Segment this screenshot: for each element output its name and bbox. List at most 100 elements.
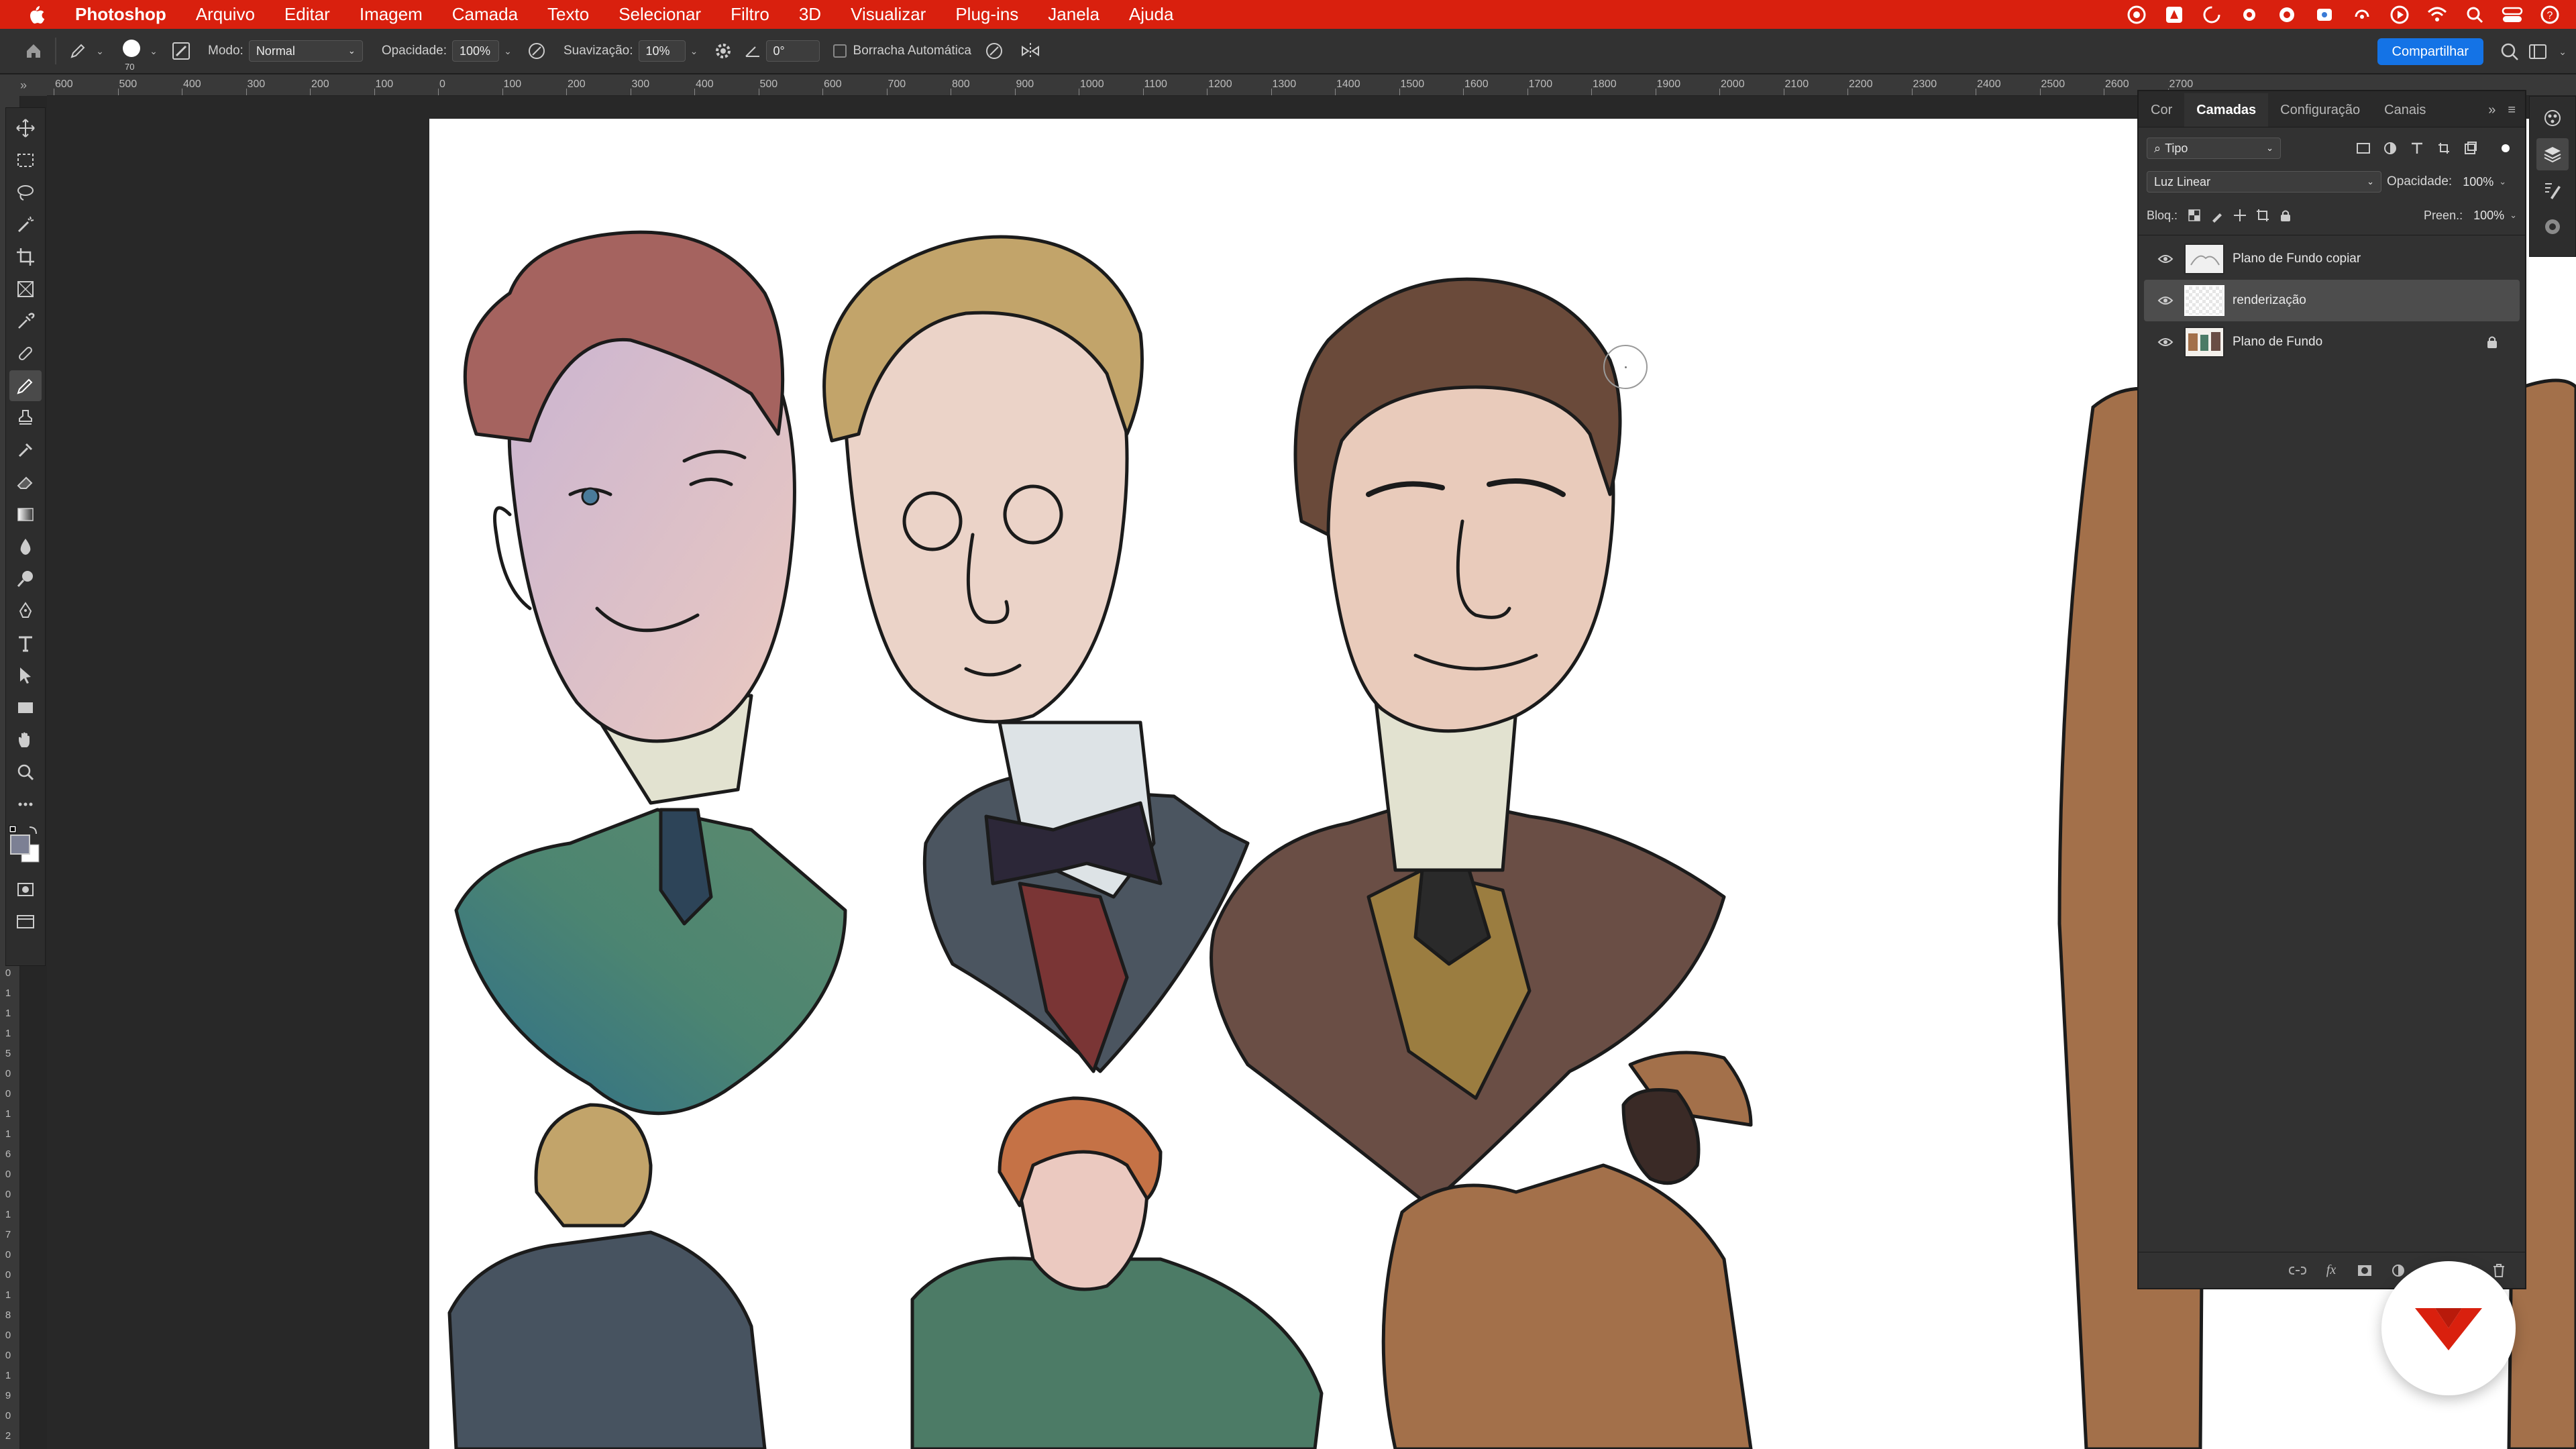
tab-camadas[interactable]: Camadas [2184,93,2269,127]
layer-row[interactable]: Plano de Fundo copiar [2144,238,2520,280]
menu-editar[interactable]: Editar [270,0,345,29]
eye-icon[interactable] [2152,329,2179,356]
lock-all-icon[interactable] [2274,204,2297,227]
opacity-dropdown[interactable]: ⌄ [2499,176,2506,187]
share-button[interactable]: Compartilhar [2377,38,2483,65]
workspace-dropdown[interactable]: ⌄ [2559,38,2567,65]
wifi-icon[interactable] [2426,3,2449,26]
pressure-size-icon[interactable] [981,38,1008,64]
pencil-tool-preset-icon[interactable] [64,38,91,64]
blur-tool-icon[interactable] [9,531,42,562]
smoothing-options-gear-icon[interactable] [710,38,737,64]
pencil-tool-icon[interactable] [9,370,42,401]
creative-cloud-icon[interactable] [2125,3,2148,26]
color-swatches[interactable] [8,824,43,865]
tab-canais[interactable]: Canais [2372,93,2438,127]
pressure-opacity-icon[interactable] [523,38,550,64]
move-tool-icon[interactable] [9,113,42,144]
magic-wand-tool-icon[interactable] [9,209,42,240]
dodge-tool-icon[interactable] [9,564,42,594]
layer-opacity-input[interactable]: 100% [2456,171,2499,193]
filter-kind-select[interactable]: ⌕ Tipo ⌄ [2147,138,2281,159]
menu-ajuda[interactable]: Ajuda [1114,0,1189,29]
lock-position-icon[interactable] [2229,204,2251,227]
menu-app-name[interactable]: Photoshop [67,0,181,29]
history-brush-tool-icon[interactable] [9,435,42,466]
healing-brush-tool-icon[interactable] [9,338,42,369]
layer-row[interactable]: renderização [2144,280,2520,321]
type-tool-icon[interactable] [9,628,42,659]
control-center-icon[interactable] [2501,3,2524,26]
add-mask-icon[interactable] [2353,1259,2376,1282]
panel-menu-icon[interactable]: ≡ [2508,103,2516,118]
menu-camada[interactable]: Camada [437,0,533,29]
filter-smart-object-icon[interactable] [2459,137,2482,160]
opacity-dropdown[interactable]: ⌄ [499,40,517,62]
zoom-tool-icon[interactable] [9,757,42,788]
menu-janela[interactable]: Janela [1033,0,1114,29]
menu-plugins[interactable]: Plug-ins [941,0,1033,29]
link-layers-icon[interactable] [2286,1259,2309,1282]
tab-cor[interactable]: Cor [2139,93,2184,127]
screen-mode-icon[interactable] [9,906,42,937]
search-icon[interactable] [2463,3,2486,26]
brush-size-picker[interactable]: 70 [118,38,145,72]
workspace-icon[interactable] [2528,38,2548,65]
menu-texto[interactable]: Texto [533,0,604,29]
search-icon[interactable] [2500,38,2520,65]
airdrop-icon[interactable] [2351,3,2373,26]
brush-settings-panel-icon[interactable] [2536,174,2569,207]
smoothing-dropdown[interactable]: ⌄ [686,40,703,62]
clone-stamp-tool-icon[interactable] [9,402,42,433]
layer-row[interactable]: Plano de Fundo [2144,321,2520,363]
marquee-tool-icon[interactable] [9,145,42,176]
mode-select[interactable]: Normal ⌄ [248,40,363,62]
collapse-panel-icon[interactable]: » [2488,103,2496,118]
filter-adjustment-icon[interactable] [2379,137,2402,160]
crop-tool-icon[interactable] [9,241,42,272]
tab-configuracao[interactable]: Configuração [2268,93,2372,127]
menu-visualizar[interactable]: Visualizar [836,0,941,29]
eye-icon[interactable] [2152,246,2179,272]
menu-filtro[interactable]: Filtro [716,0,784,29]
lock-artboard-icon[interactable] [2251,204,2274,227]
brush-settings-icon[interactable] [168,38,195,64]
fill-input[interactable]: 100% [2467,205,2510,226]
more-tools-icon[interactable] [9,789,42,820]
filter-pixel-icon[interactable] [2352,137,2375,160]
frame-tool-icon[interactable] [9,274,42,305]
gear-icon[interactable] [2238,3,2261,26]
play-icon[interactable] [2388,3,2411,26]
blend-mode-select[interactable]: Luz Linear ⌄ [2147,171,2381,193]
apple-menu-icon[interactable] [23,3,50,26]
symmetry-icon[interactable] [1017,38,1044,64]
layers-panel-icon[interactable] [2536,138,2569,170]
sync-icon[interactable] [2200,3,2223,26]
pen-tool-icon[interactable] [9,596,42,627]
filter-toggle-icon[interactable] [2494,137,2517,160]
brush-size-dropdown[interactable]: ⌄ [145,40,162,62]
fill-dropdown[interactable]: ⌄ [2510,210,2517,221]
record-icon[interactable] [2275,3,2298,26]
smoothing-input[interactable]: 10% [638,40,686,62]
lasso-tool-icon[interactable] [9,177,42,208]
menu-arquivo[interactable]: Arquivo [181,0,270,29]
libraries-panel-icon[interactable] [2536,211,2569,243]
user-switch-icon[interactable] [2313,3,2336,26]
color-panel-icon[interactable] [2536,102,2569,134]
eyedropper-tool-icon[interactable] [9,306,42,337]
menu-selecionar[interactable]: Selecionar [604,0,716,29]
fx-icon[interactable]: fx [2320,1259,2343,1282]
home-icon[interactable] [20,38,47,64]
opacity-input[interactable]: 100% [452,40,499,62]
rectangle-tool-icon[interactable] [9,692,42,723]
auto-erase-checkbox[interactable] [833,44,847,58]
eye-icon[interactable] [2152,287,2179,314]
tool-preset-dropdown[interactable]: ⌄ [91,40,109,62]
path-selection-tool-icon[interactable] [9,660,42,691]
quick-mask-icon[interactable] [9,874,42,905]
filter-shape-icon[interactable] [2432,137,2455,160]
gradient-tool-icon[interactable] [9,499,42,530]
help-icon[interactable]: ? [2538,3,2561,26]
acrobat-icon[interactable] [2163,3,2186,26]
